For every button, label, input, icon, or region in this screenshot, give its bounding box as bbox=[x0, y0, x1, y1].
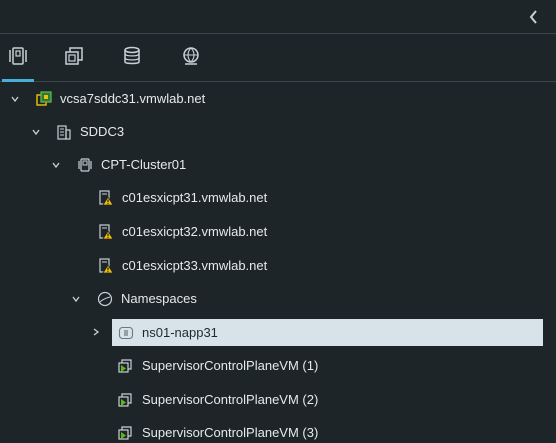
tree-node-label: c01esxicpt31.vmwlab.net bbox=[122, 190, 268, 205]
tree-node-host[interactable]: c01esxicpt31.vmwlab.net bbox=[98, 184, 538, 211]
tree-node-label: c01esxicpt33.vmwlab.net bbox=[122, 258, 268, 273]
tree-node-vcenter[interactable]: vcsa7sddc31.vmwlab.net bbox=[36, 85, 536, 112]
panel-header bbox=[0, 0, 556, 34]
tree-node-label: SDDC3 bbox=[80, 124, 125, 139]
tree-node-label: Namespaces bbox=[121, 291, 197, 306]
vm-running-icon bbox=[118, 392, 134, 408]
chevron-down-icon[interactable] bbox=[10, 94, 20, 104]
hosts-clusters-icon bbox=[7, 45, 29, 72]
tree-node-cluster[interactable]: CPT-Cluster01 bbox=[77, 151, 537, 178]
namespace-icon bbox=[118, 325, 134, 341]
tab-vms-and-templates[interactable] bbox=[56, 35, 92, 81]
tree-node-host[interactable]: c01esxicpt32.vmwlab.net bbox=[98, 218, 538, 245]
host-warning-icon bbox=[98, 223, 114, 240]
tree-node-vm[interactable]: SupervisorControlPlaneVM (2) bbox=[118, 386, 538, 413]
datacenter-icon bbox=[56, 124, 72, 140]
tree-node-datacenter[interactable]: SDDC3 bbox=[56, 118, 536, 145]
tab-networking[interactable] bbox=[173, 35, 209, 81]
tree-node-host[interactable]: c01esxicpt33.vmwlab.net bbox=[98, 252, 538, 279]
cluster-icon bbox=[77, 157, 93, 173]
tree-node-namespace[interactable]: ns01-napp31 bbox=[112, 319, 543, 346]
chevron-down-icon[interactable] bbox=[51, 160, 61, 170]
tree-node-label: CPT-Cluster01 bbox=[101, 157, 187, 172]
tree-node-namespaces[interactable]: Namespaces bbox=[97, 285, 537, 312]
chevron-left-icon[interactable] bbox=[526, 8, 542, 26]
navigator-tabs bbox=[0, 35, 556, 82]
tab-hosts-and-clusters[interactable] bbox=[0, 35, 36, 82]
vms-templates-icon bbox=[63, 45, 85, 72]
tree-node-label: vcsa7sddc31.vmwlab.net bbox=[60, 91, 206, 106]
globe-network-icon bbox=[180, 45, 202, 72]
tree-node-vm[interactable]: SupervisorControlPlaneVM (3) bbox=[118, 419, 538, 443]
tree-node-label: ns01-napp31 bbox=[142, 325, 218, 340]
tab-storage[interactable] bbox=[114, 35, 150, 81]
host-warning-icon bbox=[98, 189, 114, 206]
tree-node-label: c01esxicpt32.vmwlab.net bbox=[122, 224, 268, 239]
vm-running-icon bbox=[118, 425, 134, 441]
tree-node-label: SupervisorControlPlaneVM (3) bbox=[142, 425, 319, 440]
chevron-right-icon[interactable] bbox=[91, 327, 101, 337]
host-warning-icon bbox=[98, 257, 114, 274]
vm-running-icon bbox=[118, 358, 134, 374]
database-icon bbox=[121, 45, 143, 72]
tree-node-label: SupervisorControlPlaneVM (1) bbox=[142, 358, 319, 373]
chevron-down-icon[interactable] bbox=[71, 294, 81, 304]
chevron-down-icon[interactable] bbox=[31, 127, 41, 137]
namespaces-icon bbox=[97, 291, 113, 307]
tree-node-vm[interactable]: SupervisorControlPlaneVM (1) bbox=[118, 352, 538, 379]
tree-node-label: SupervisorControlPlaneVM (2) bbox=[142, 392, 319, 407]
vcenter-icon bbox=[36, 90, 52, 107]
